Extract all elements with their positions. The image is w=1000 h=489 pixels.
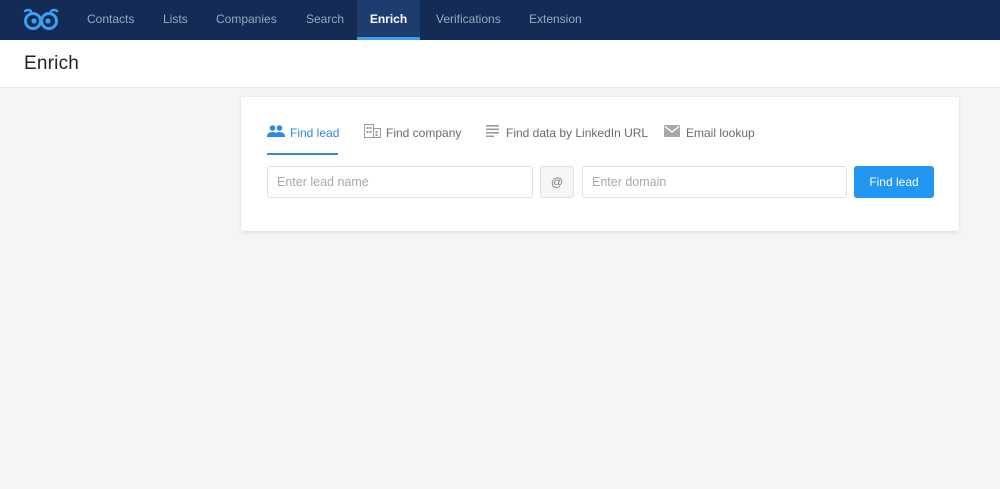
nav-enrich[interactable]: Enrich xyxy=(357,0,420,40)
nav-search[interactable]: Search xyxy=(306,0,344,40)
find-lead-button[interactable]: Find lead xyxy=(854,166,934,198)
page-header: Enrich xyxy=(0,40,1000,88)
owl-logo-icon[interactable] xyxy=(23,8,59,32)
tab-label: Find company xyxy=(386,126,462,140)
top-navigation: Contacts Lists Companies Search Enrich V… xyxy=(0,0,1000,40)
tab-find-lead[interactable]: Find lead xyxy=(267,121,340,155)
enrich-card: Find lead Find company Find data by Link… xyxy=(241,97,959,231)
nav-companies[interactable]: Companies xyxy=(216,0,277,40)
nav-extension[interactable]: Extension xyxy=(529,0,582,40)
page-title: Enrich xyxy=(24,53,80,74)
tab-label: Find lead xyxy=(290,126,340,140)
domain-input[interactable] xyxy=(582,166,847,198)
envelope-icon xyxy=(664,125,680,137)
nav-lists[interactable]: Lists xyxy=(163,0,188,40)
tab-label: Email lookup xyxy=(686,126,755,140)
lines-icon xyxy=(486,125,499,138)
nav-verifications[interactable]: Verifications xyxy=(436,0,501,40)
lead-name-input[interactable] xyxy=(267,166,533,198)
building-icon xyxy=(364,124,381,138)
people-icon xyxy=(267,125,285,137)
at-separator: @ xyxy=(540,166,574,198)
tab-label: Find data by LinkedIn URL xyxy=(506,126,649,140)
nav-contacts[interactable]: Contacts xyxy=(87,0,134,40)
